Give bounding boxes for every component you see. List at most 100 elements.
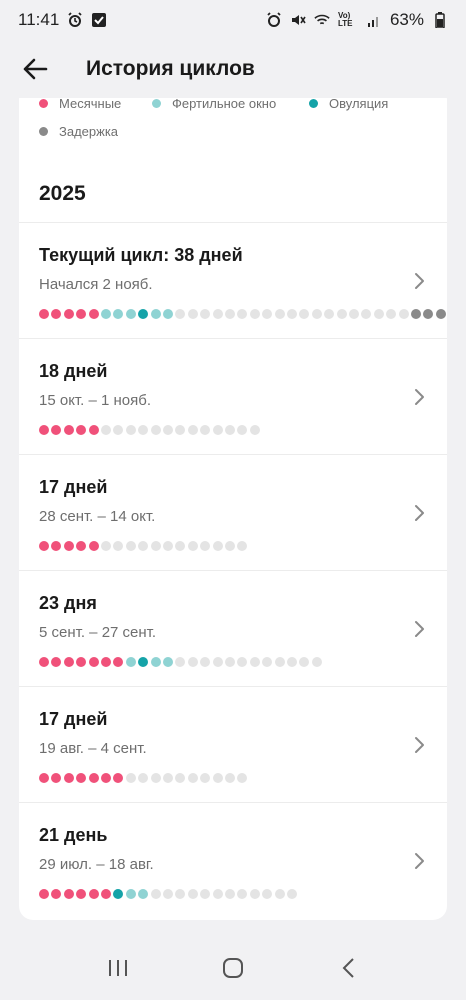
cycle-day-dot [63,889,74,899]
cycle-day-dot [150,309,161,319]
cycle-day-dot [175,889,186,899]
legend-label: Овуляция [329,96,389,111]
cycle-day-dot [76,541,87,551]
cycle-day-dot [113,657,124,667]
cycle-title: 17 дней [39,709,108,729]
cycle-row[interactable]: Текущий цикл: 38 дней Начался 2 нояб. [19,222,447,338]
cycle-day-dot [237,541,248,551]
nav-back-icon [342,957,355,978]
cycle-day-dot [361,309,372,319]
legend-item-ovulation: Овуляция [309,96,388,111]
cycle-day-dot [163,541,173,551]
cycle-day-dot [274,657,285,667]
signal-icon [366,12,382,28]
cycle-day-dot [76,309,87,319]
cycle-day-dot [237,773,248,783]
cycle-row[interactable]: 17 дней 28 сент. – 14 окт. [19,454,447,570]
cycle-day-dot [386,309,397,319]
cycle-day-dot [200,309,211,319]
cycle-day-dot [163,773,173,783]
cycle-day-dot [76,889,87,899]
cycle-day-dot [63,425,74,435]
cycle-day-dot [125,309,136,319]
cycle-day-dot [187,657,198,667]
legend-item-period: Месячные [39,96,121,111]
cycle-day-dot [76,657,87,667]
home-button[interactable] [208,943,258,993]
app-bar: История циклов [0,40,466,98]
cycle-day-dot [200,773,211,783]
cycle-day-dot [187,425,198,435]
cycle-day-dot [274,889,285,899]
cycle-row[interactable]: 23 дня 5 сент. – 27 сент. [19,570,447,686]
cycle-day-dot [249,425,260,435]
cycle-day-dot [163,425,173,435]
cycle-day-dot [113,541,124,551]
nav-back-button[interactable] [323,943,373,993]
cycle-day-dot [125,657,136,667]
legend-label: Месячные [59,96,122,111]
cycle-day-dot [311,657,322,667]
cycle-day-dot [423,309,434,319]
cycle-day-dot [175,657,186,667]
recent-apps-button[interactable] [93,943,143,993]
cycle-row[interactable]: 21 день 29 июл. – 18 авг. [19,802,447,918]
cycle-dates: 5 сент. – 27 сент. [39,624,157,641]
cycle-day-dot [101,773,111,783]
cycle-day-dot [39,541,49,551]
legend-dot-period [39,99,48,108]
cycle-day-dot [39,657,49,667]
cycle-day-dot [175,541,186,551]
cycle-day-dot [163,657,173,667]
cycle-day-dot [88,889,99,899]
cycle-day-dot [435,309,446,319]
cycle-day-dot [76,773,87,783]
cycle-day-dot [262,657,273,667]
cycle-day-dot [287,309,297,319]
cycle-day-dot [125,541,136,551]
cycle-day-dot [225,541,235,551]
cycle-day-dot [200,657,211,667]
cycle-day-dot [150,773,161,783]
cycle-day-dot [212,657,223,667]
cycle-day-dot [311,309,322,319]
cycle-day-dot [398,309,409,319]
cycle-day-dot [39,425,49,435]
status-time: 11:41 [18,10,60,29]
cycle-day-dot [212,425,223,435]
page-title: История циклов [86,57,255,80]
wifi-icon [314,12,330,28]
cycle-title: 21 день [39,825,108,845]
back-button[interactable] [12,46,58,92]
legend-dot-fertile [152,99,161,108]
chevron-right-icon [415,505,424,521]
cycle-day-dot [262,889,273,899]
cycle-day-dot [113,425,124,435]
cycle-day-dot [138,541,149,551]
cycle-day-dot [349,309,359,319]
cycle-day-dot [249,309,260,319]
cycle-day-dot [249,889,260,899]
legend-dot-delay [39,127,48,136]
cycle-day-dot [200,425,211,435]
cycle-day-dot [125,425,136,435]
cycle-row[interactable]: 18 дней 15 окт. – 1 нояб. [19,338,447,454]
cycle-day-dot [51,889,62,899]
cycle-day-dot [88,541,99,551]
cycle-day-dot [113,773,124,783]
cycle-day-dot [51,425,62,435]
cycle-day-dot [187,889,198,899]
cycle-day-dot [63,541,74,551]
cycle-day-dot [138,425,149,435]
cycle-day-dot [237,309,248,319]
cycle-day-dot [138,657,149,667]
cycle-row[interactable]: 17 дней 19 авг. – 4 сент. [19,686,447,802]
legend-item-delay: Задержка [39,124,118,139]
cycle-day-dot [63,773,74,783]
chevron-right-icon [415,853,424,869]
cycle-day-dot [101,889,111,899]
cycle-day-dot [237,889,248,899]
cycle-day-dot [249,657,260,667]
cycle-day-dot [63,657,74,667]
cycle-day-dot [63,309,74,319]
